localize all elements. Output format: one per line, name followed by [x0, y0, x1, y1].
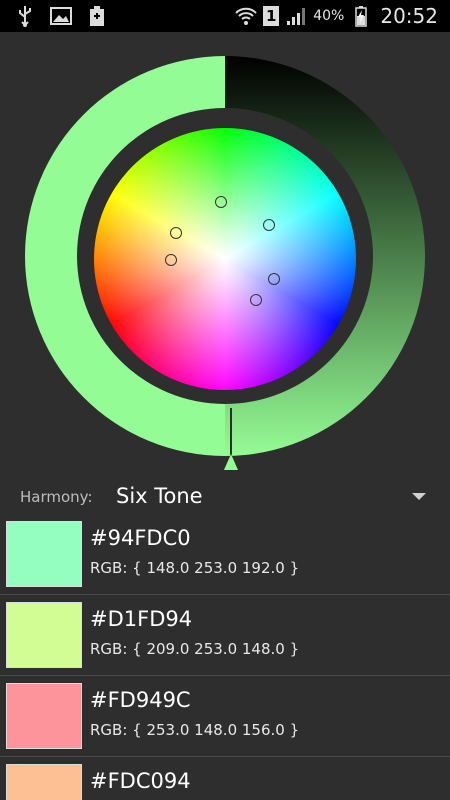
swatch-hex: #D1FD94 — [90, 607, 193, 631]
value-pointer-handle[interactable] — [224, 454, 238, 470]
battery-charging-icon — [350, 5, 372, 27]
harmony-dropdown[interactable]: Six Tone — [110, 478, 440, 518]
harmony-marker[interactable] — [170, 227, 182, 239]
color-swatch — [6, 521, 82, 587]
clock: 20:52 — [380, 4, 438, 28]
swatch-list: #94FDC0 RGB: { 148.0 253.0 192.0 } #D1FD… — [0, 514, 450, 800]
sim-badge: 1 — [263, 6, 280, 26]
color-picker[interactable] — [0, 32, 450, 474]
battery-saver-icon — [86, 5, 108, 27]
swatch-hex: #94FDC0 — [90, 526, 191, 550]
notification-icons — [14, 4, 108, 28]
hue-saturation-wheel[interactable] — [94, 128, 356, 390]
harmony-marker[interactable] — [250, 294, 262, 306]
harmony-marker[interactable] — [165, 254, 177, 266]
swatch-rgb: RGB: { 148.0 253.0 192.0 } — [90, 559, 300, 577]
usb-icon — [14, 5, 36, 27]
color-swatch — [6, 764, 82, 800]
color-swatch — [6, 602, 82, 668]
wifi-icon — [235, 5, 257, 27]
swatch-rgb: RGB: { 209.0 253.0 148.0 } — [90, 640, 300, 658]
list-item[interactable]: #FDC094 — [0, 757, 450, 800]
harmony-row: Harmony: Six Tone — [0, 478, 450, 518]
harmony-value: Six Tone — [116, 484, 203, 508]
dropdown-arrow-icon — [412, 493, 426, 500]
battery-percent: 40% — [313, 8, 345, 24]
system-icons: 1 40% 20:52 — [235, 0, 438, 32]
signal-icon — [285, 5, 307, 27]
status-bar: 1 40% 20:52 — [0, 0, 450, 32]
list-item[interactable]: #94FDC0 RGB: { 148.0 253.0 192.0 } — [0, 514, 450, 595]
swatch-hex: #FD949C — [90, 688, 191, 712]
list-item[interactable]: #FD949C RGB: { 253.0 148.0 156.0 } — [0, 676, 450, 757]
swatch-rgb: RGB: { 253.0 148.0 156.0 } — [90, 721, 300, 739]
color-swatch — [6, 683, 82, 749]
harmony-label: Harmony: — [20, 488, 93, 506]
list-item[interactable]: #D1FD94 RGB: { 209.0 253.0 148.0 } — [0, 595, 450, 676]
harmony-marker[interactable] — [215, 196, 227, 208]
image-icon — [50, 5, 72, 27]
swatch-hex: #FDC094 — [90, 769, 191, 793]
harmony-marker[interactable] — [263, 219, 275, 231]
harmony-marker[interactable] — [268, 273, 280, 285]
value-pointer-line — [230, 408, 232, 460]
